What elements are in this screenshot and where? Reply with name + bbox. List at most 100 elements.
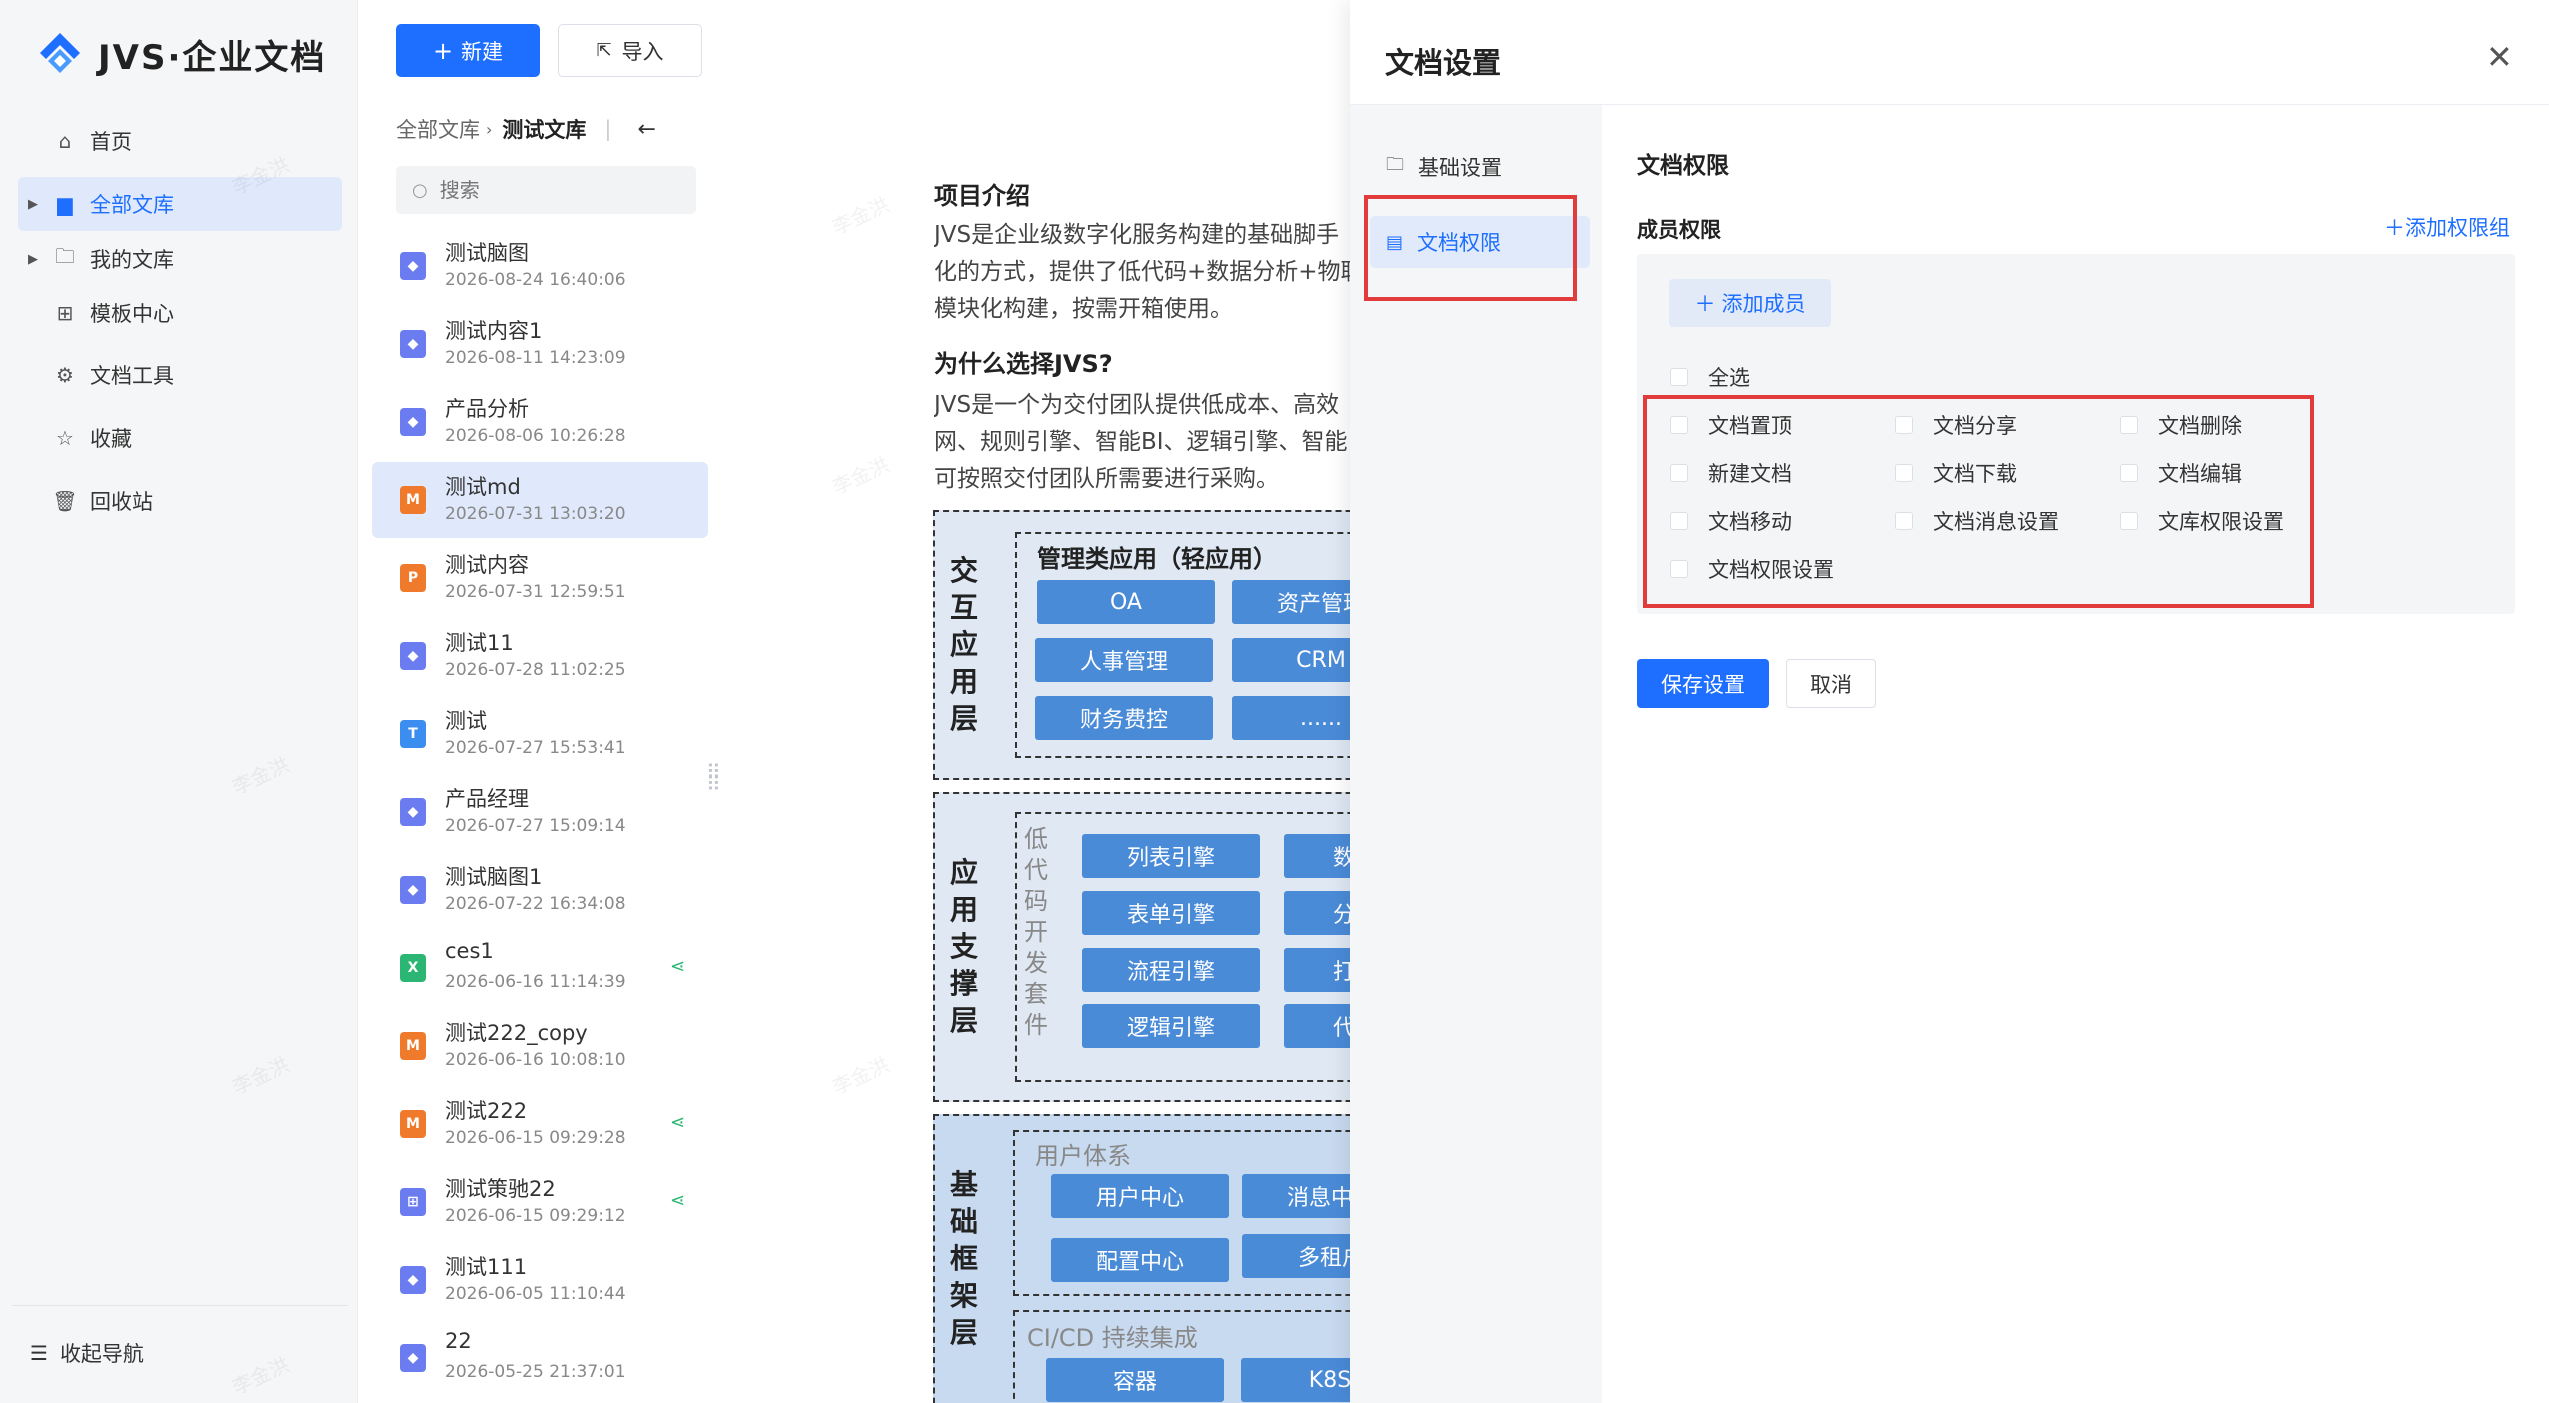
file-date: 2026-06-15 09:29:28 <box>445 1128 626 1148</box>
file-list-item[interactable]: ◆ 产品经理 2026-07-27 15:09:14 <box>372 774 708 850</box>
file-date: 2026-06-16 11:14:39 <box>445 972 626 992</box>
layer-title-char: 层 <box>949 1316 978 1349</box>
file-list-item[interactable]: P 测试内容 2026-07-31 12:59:51 <box>372 540 708 616</box>
vertical-char: 件 <box>1024 1011 1048 1039</box>
app-logo[interactable]: JVS·企业文档 <box>36 28 326 80</box>
side-nav: JVS·企业文档 ⌂ 首页 ▶ ▆ 全部文库 ▶ 🗀 我的文库 ⊞ 模板中心 ⚙ 文… <box>0 0 358 1403</box>
file-date: 2026-06-16 10:08:10 <box>445 1050 626 1070</box>
checkbox-box[interactable] <box>1670 368 1688 386</box>
doc-paragraph-line: JVS是一个为交付团队提供低成本、高效 <box>934 392 1340 418</box>
plus-icon: ＋ <box>1694 292 1716 316</box>
layer-title-char: 础 <box>949 1205 978 1238</box>
file-date: 2026-07-28 11:02:25 <box>445 660 626 680</box>
collapse-nav-button[interactable]: ☰ 收起导航 <box>30 1338 144 1368</box>
excel-file-icon: X <box>400 954 426 982</box>
file-list-item[interactable]: ⊞ 测试策驰22 2026-06-15 09:29:12 ⋖ <box>372 1164 708 1240</box>
collapse-nav-label: 收起导航 <box>59 1342 144 1366</box>
collapse-icon: ☰ <box>30 1341 48 1365</box>
file-name: 22 <box>445 1329 472 1353</box>
file-list-item[interactable]: ◆ 测试111 2026-06-05 11:10:44 <box>372 1242 708 1318</box>
back-arrow-icon[interactable]: ← <box>637 117 655 142</box>
file-list-item[interactable]: ◆ 测试脑图1 2026-07-22 16:34:08 <box>372 852 708 928</box>
file-list-item[interactable]: M 测试222 2026-06-15 09:29:28 ⋖ <box>372 1086 708 1162</box>
diagram-pill: 人事管理 <box>1035 638 1213 682</box>
save-settings-button[interactable]: 保存设置 <box>1637 659 1769 708</box>
select-all-checkbox[interactable]: 全选 <box>1670 362 1750 392</box>
file-name: 产品分析 <box>445 397 529 421</box>
architecture-diagram: 交 互 应 用 层 管理类应用（轻应用） OA 资产管理 人事管理 CRM 财务… <box>933 510 1353 1403</box>
cancel-button[interactable]: 取消 <box>1786 659 1876 708</box>
diagram-pill: 打 <box>1284 948 1353 992</box>
app-name: JVS·企业文档 <box>98 37 327 78</box>
file-list-item[interactable]: ◆ 测试脑图 2026-08-24 16:40:06 <box>372 228 708 304</box>
diagram-pill: 逻辑引擎 <box>1082 1004 1260 1048</box>
layer-title-char: 层 <box>949 1004 978 1037</box>
new-button[interactable]: + 新建 <box>396 24 540 77</box>
file-list-item[interactable]: ◆ 22 2026-05-25 21:37:01 <box>372 1320 708 1396</box>
file-date: 2026-07-31 12:59:51 <box>445 582 626 602</box>
tab-basic-settings[interactable]: 🗀 基础设置 <box>1370 141 1590 193</box>
add-member-button[interactable]: ＋添加成员 <box>1669 279 1831 327</box>
file-list-item[interactable]: M 测试md 2026-07-31 13:03:20 <box>372 462 708 538</box>
interaction-layer: 交 互 应 用 层 管理类应用（轻应用） OA 资产管理 人事管理 CRM 财务… <box>933 510 1353 780</box>
doc-heading: 为什么选择JVS? <box>934 350 1113 378</box>
diagram-pill: 表单引擎 <box>1082 891 1260 935</box>
share-icon[interactable]: ⋖ <box>670 956 685 977</box>
new-button-label: 新建 <box>461 39 504 64</box>
search-box[interactable]: ○ <box>396 166 696 214</box>
diagram-pill: 多租户 <box>1242 1234 1353 1278</box>
highlight-box <box>1643 395 2314 608</box>
nav-item-label: 模板中心 <box>90 302 174 326</box>
nav-item-home[interactable]: ⌂ 首页 <box>18 114 342 168</box>
nav-item-label: 收藏 <box>90 427 132 451</box>
star-icon: ☆ <box>56 426 74 450</box>
file-name: 测试 <box>445 709 487 733</box>
caret-right-icon[interactable]: ▶ <box>18 252 48 267</box>
tools-icon: ⚙ <box>56 363 74 387</box>
file-name: 测试111 <box>445 1255 528 1279</box>
chevron-right-icon: › <box>486 119 493 139</box>
file-name: 测试11 <box>445 631 514 655</box>
layer-title-char: 框 <box>949 1242 978 1275</box>
file-list-item[interactable]: ◆ 测试11 2026-07-28 11:02:25 <box>372 618 708 694</box>
breadcrumb-root[interactable]: 全部文库 <box>396 114 480 144</box>
share-icon[interactable]: ⋖ <box>670 1190 685 1211</box>
share-icon[interactable]: ⋖ <box>670 1112 685 1133</box>
file-list-item[interactable]: T 测试 2026-07-27 15:53:41 <box>372 696 708 772</box>
search-input[interactable] <box>439 178 670 202</box>
nav-item-all-libraries[interactable]: ▶ ▆ 全部文库 <box>18 177 342 231</box>
diagram-pill: 列表引擎 <box>1082 834 1260 878</box>
layer-title-char: 用 <box>949 665 978 698</box>
diagram-pill: 财务费控 <box>1035 696 1213 740</box>
nav-item-templates[interactable]: ⊞ 模板中心 <box>18 286 342 340</box>
layer-title: 交 互 应 用 层 <box>949 552 979 737</box>
nav-item-doc-tools[interactable]: ⚙ 文档工具 <box>18 348 342 402</box>
import-button-label: 导入 <box>621 39 664 64</box>
file-list-item[interactable]: Xces1 2026-06-16 11:14:39 ⋖ <box>372 930 708 1006</box>
doc-paragraph-line: JVS是企业级数字化服务构建的基础脚手 <box>934 222 1340 248</box>
caret-right-icon[interactable]: ▶ <box>18 197 48 212</box>
breadcrumb-current: 测试文库 <box>502 118 587 142</box>
highlight-box <box>1364 195 1577 301</box>
diagram-pill: 分 <box>1284 891 1353 935</box>
import-button[interactable]: ⇱ 导入 <box>558 24 702 77</box>
nav-item-my-libraries[interactable]: ▶ 🗀 我的文库 <box>18 232 342 286</box>
mindmap-file-icon: ◆ <box>400 252 426 280</box>
doc-paragraph-line: 化的方式，提供了低代码+数据分析+物联 <box>934 259 1354 285</box>
nav-item-favorites[interactable]: ☆ 收藏 <box>18 411 342 465</box>
mindmap-file-icon: ◆ <box>400 408 426 436</box>
nav-item-label: 全部文库 <box>90 193 174 217</box>
file-list-item[interactable]: ◆ 产品分析 2026-08-06 10:26:28 <box>372 384 708 460</box>
markdown-file-icon: M <box>400 1110 426 1138</box>
nav-item-recycle-bin[interactable]: 🗑 回收站 <box>18 474 342 528</box>
add-permission-group-button[interactable]: ＋添加权限组 <box>2384 212 2510 242</box>
checkbox-label: 全选 <box>1708 366 1750 390</box>
foundation-layer: 基 础 框 架 层 用户体系 用户中心 消息中心 配置中心 多租户 CI/CD … <box>933 1114 1353 1403</box>
file-list-item[interactable]: M 测试222_copy 2026-06-16 10:08:10 <box>372 1008 708 1084</box>
file-name: 测试222_copy <box>445 1021 588 1045</box>
diagram-pill: ...... <box>1232 696 1353 740</box>
doc-paragraph-line: 模块化构建，按需开箱使用。 <box>934 296 1233 322</box>
close-icon[interactable]: ✕ <box>2486 38 2513 76</box>
folder-icon: ▆ <box>57 192 73 216</box>
file-list-item[interactable]: ◆ 测试内容1 2026-08-11 14:23:09 <box>372 306 708 382</box>
